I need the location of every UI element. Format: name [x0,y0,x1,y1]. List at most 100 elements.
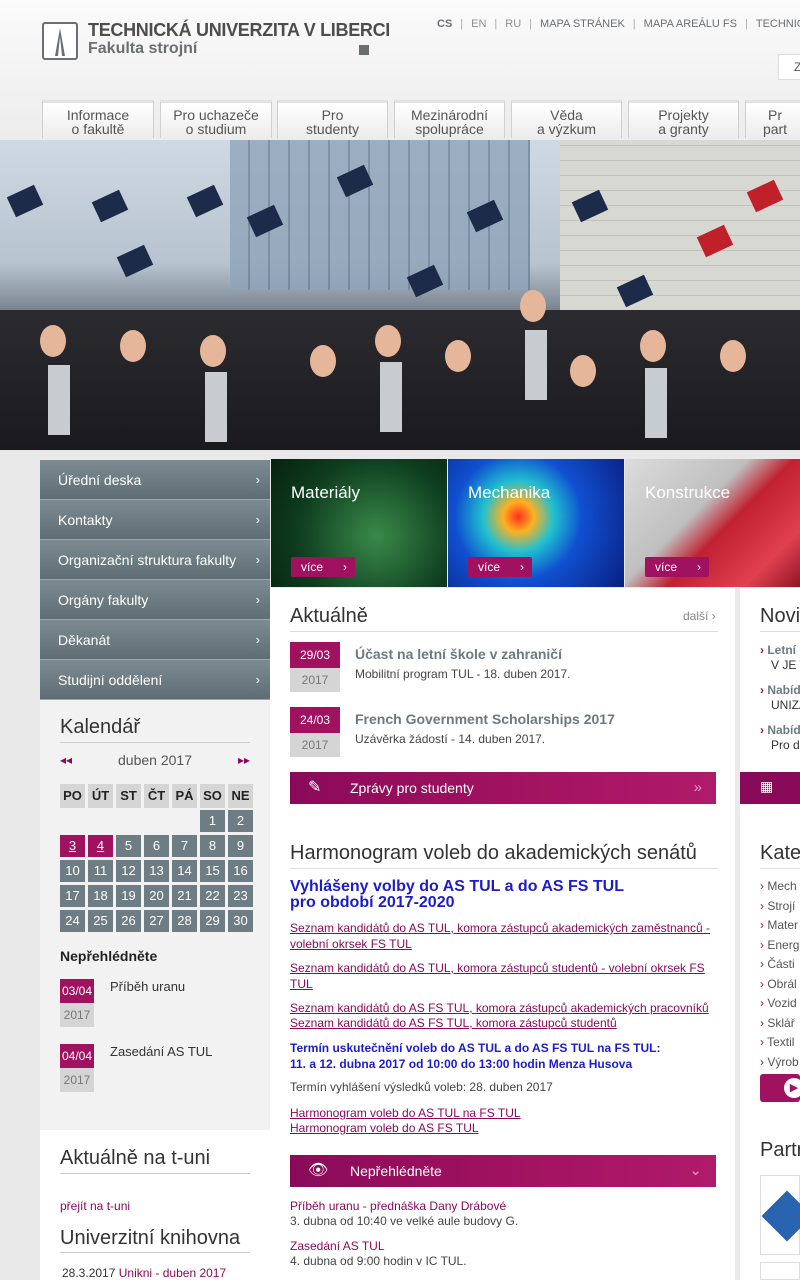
tab-veda-a-vyzkum[interactable]: Věda a výzkum [511,100,622,138]
tab-pro-partnery[interactable]: Pr part [745,100,800,138]
calendar-day[interactable]: 28 [172,910,197,932]
calendar-day[interactable]: 1 [200,810,225,832]
tab-projekty-a-granty[interactable]: Projekty a granty [628,100,739,138]
featured-link[interactable]: Zasedání AS TUL [290,1239,385,1253]
left-menu-studijni-oddeleni[interactable]: Studijní oddělení › [40,660,270,700]
video-play-button[interactable]: ▶ [760,1074,800,1102]
calendar-day[interactable]: 26 [116,910,141,932]
calendar-day[interactable]: 7 [172,835,197,857]
calendar-day[interactable]: 9 [228,835,253,857]
tab-informace-o-fakulte[interactable]: Informace o fakultě [42,100,154,138]
calendar-day[interactable]: 12 [116,860,141,882]
calendar-day[interactable]: 4 [88,835,113,857]
featured-link[interactable]: Příběh uranu - přednáška Dany Drábové [290,1199,506,1213]
katedra-item[interactable]: Energ [760,938,800,958]
partner-logo[interactable] [760,1175,800,1255]
zpravy-pro-studenty-button[interactable]: ✎ Zprávy pro studenty » [290,772,716,804]
tile-more-button[interactable]: více › [468,557,532,577]
news-title[interactable]: Účast na letní škole v zahraničí [355,646,562,662]
tab-pro-studenty[interactable]: Pro studenty [277,100,388,138]
news-item[interactable]: 24/03 2017 French Government Scholarship… [290,707,718,759]
event-item[interactable]: 04/04 2017 Zasedání AS TUL [60,1044,260,1094]
tul-logo-icon[interactable] [42,22,78,60]
search-input[interactable]: Z [778,54,800,80]
katedra-item[interactable]: Sklář [760,1016,800,1036]
calendar-day[interactable]: 10 [60,860,85,882]
news-item[interactable]: 29/03 2017 Účast na letní škole v zahran… [290,642,718,694]
schedule-link[interactable]: Harmonogram voleb do AS FS TUL [290,1120,720,1136]
link-technicka[interactable]: TECHNICKÁ [756,18,800,30]
event-title[interactable]: Příběh uranu [110,979,185,994]
faculty-name[interactable]: Fakulta strojní [88,40,197,58]
katedra-item[interactable]: Mater [760,918,800,938]
candidates-link[interactable]: Seznam kandidátů do AS FS TUL, komora zá… [290,1015,720,1031]
left-menu-organy-fakulty[interactable]: Orgány fakulty › [40,580,270,620]
calendar-day[interactable]: 18 [88,885,113,907]
lang-cs[interactable]: CS [437,18,452,30]
calendar-day[interactable]: 3 [60,835,85,857]
candidates-link[interactable]: Seznam kandidátů do AS FS TUL, komora zá… [290,1000,720,1016]
news-title[interactable]: French Government Scholarships 2017 [355,711,615,727]
calendar-day[interactable]: 19 [116,885,141,907]
calendar-day[interactable]: 30 [228,910,253,932]
calendar-day[interactable]: 2 [228,810,253,832]
link-sitemap[interactable]: MAPA STRÁNEK [540,18,625,30]
right-news-title[interactable]: Nabíd [760,723,800,737]
tile-mechanika[interactable]: Mechanika více › [448,459,624,587]
calendar-day[interactable]: 29 [200,910,225,932]
calendar-day[interactable]: 16 [228,860,253,882]
calendar-day[interactable]: 15 [200,860,225,882]
link-campus-map[interactable]: MAPA AREÁLU FS [644,18,737,30]
event-title[interactable]: Zasedání AS TUL [110,1044,212,1059]
right-news-item[interactable]: LetníV JE T [760,643,800,673]
university-name[interactable]: TECHNICKÁ UNIVERZITA V LIBERCI [88,20,390,41]
lang-ru[interactable]: RU [505,18,521,30]
calendar-day[interactable]: 27 [144,910,169,932]
katedra-item[interactable]: Obrál [760,977,800,997]
tile-materialy[interactable]: Materiály více › [271,459,447,587]
katedra-item[interactable]: Mech [760,879,800,899]
katedra-item[interactable]: Výrob [760,1055,800,1075]
candidates-link[interactable]: Seznam kandidátů do AS TUL, komora zástu… [290,920,720,952]
tile-more-button[interactable]: více › [291,557,355,577]
candidates-link[interactable]: Seznam kandidátů do AS TUL, komora zástu… [290,960,720,992]
aktualne-more-link[interactable]: další › [683,609,716,623]
tile-more-button[interactable]: více › [645,557,709,577]
calendar-day[interactable]: 25 [88,910,113,932]
right-news-item[interactable]: NabídPro d [760,723,800,753]
right-news-item[interactable]: NabídUNIZA [760,683,800,713]
neprehlednete-button[interactable]: 👁 Nepřehlédněte ⌄ [290,1155,716,1187]
left-menu-kontakty[interactable]: Kontakty › [40,500,270,540]
calendar-day[interactable]: 21 [172,885,197,907]
library-item-link[interactable]: Unikni - duben 2017 [119,1266,226,1280]
calendar-day[interactable]: 13 [144,860,169,882]
left-menu-dekanat[interactable]: Děkanát › [40,620,270,660]
calendar-day[interactable]: 20 [144,885,169,907]
calendar-day[interactable]: 24 [60,910,85,932]
tab-mezinarodni-spoluprace[interactable]: Mezinárodní spolupráce [394,100,505,138]
lang-en[interactable]: EN [471,18,486,30]
calendar-day[interactable]: 22 [200,885,225,907]
calendar-next-button[interactable]: ▸▸ [238,753,250,767]
event-item[interactable]: 03/04 2017 Příběh uranu [60,979,260,1029]
katedra-item[interactable]: Vozid [760,996,800,1016]
calendar-day[interactable]: 11 [88,860,113,882]
katedra-item[interactable]: Textil [760,1035,800,1055]
calendar-day[interactable]: 14 [172,860,197,882]
right-news-title[interactable]: Nabíd [760,683,800,697]
tile-konstrukce[interactable]: Konstrukce více › [625,459,800,587]
left-menu-uredni-deska[interactable]: Úřední deska › [40,460,270,500]
calendar-prev-button[interactable]: ◂◂ [60,753,72,767]
tab-pro-uchazece[interactable]: Pro uchazeče o studium [160,100,272,138]
calendar-day[interactable]: 23 [228,885,253,907]
tuni-link[interactable]: přejít na t-uni [60,1199,130,1213]
calendar-day[interactable]: 5 [116,835,141,857]
katedra-item[interactable]: Strojí [760,899,800,919]
left-menu-organizacni-struktura[interactable]: Organizační struktura fakulty › [40,540,270,580]
calendar-day[interactable]: 8 [200,835,225,857]
calendar-button[interactable]: ▦ [740,772,800,804]
calendar-day[interactable]: 6 [144,835,169,857]
right-news-title[interactable]: Letní [760,643,796,657]
partner-logo[interactable] [760,1262,800,1280]
schedule-link[interactable]: Harmonogram voleb do AS TUL na FS TUL [290,1105,720,1121]
